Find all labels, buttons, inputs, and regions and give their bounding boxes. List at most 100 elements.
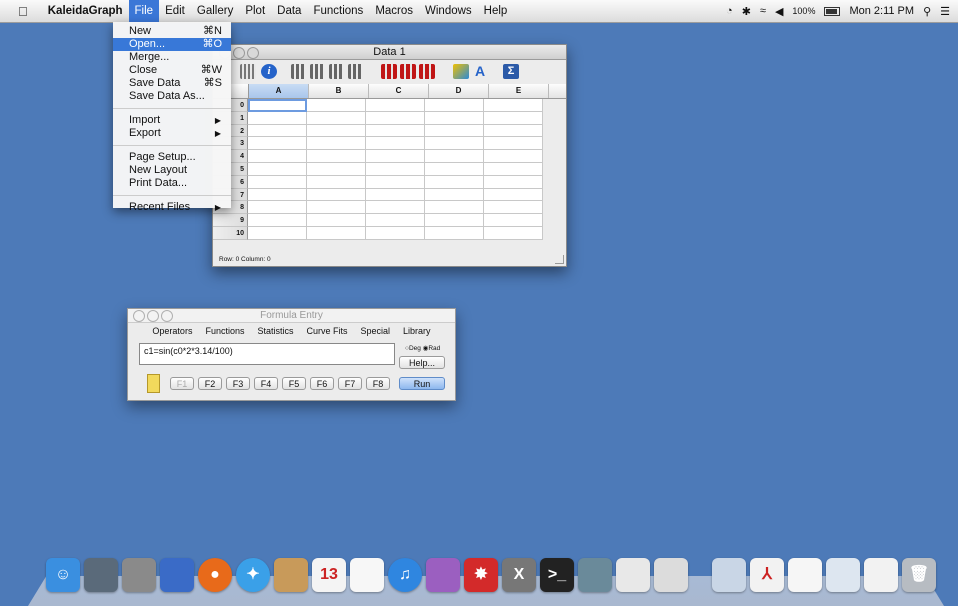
table-cell[interactable] (248, 111, 307, 125)
column-header-e[interactable]: E (489, 84, 549, 98)
data-window-titlebar[interactable]: Data 1 (213, 45, 566, 60)
table-cell[interactable] (366, 162, 425, 176)
column-header-c[interactable]: C (369, 84, 429, 98)
table-cell[interactable] (366, 137, 425, 151)
column-format-icon[interactable] (240, 64, 256, 79)
menu-item-import[interactable]: Import ▶ (113, 114, 231, 127)
formula-input[interactable]: c1=sin(c0*2*3.14/100) (139, 343, 395, 365)
transpose-icon[interactable] (348, 64, 364, 79)
menu-operators[interactable]: Operators (152, 326, 192, 339)
f6-button[interactable]: F6 (310, 377, 334, 390)
table-cell[interactable] (484, 137, 543, 151)
menu-edit[interactable]: Edit (159, 0, 191, 22)
minimize-window-icon[interactable] (147, 310, 159, 322)
itunes-icon[interactable]: ♫ (388, 558, 422, 592)
bluetooth-icon[interactable]: ✱ (742, 5, 751, 18)
menu-item-merge[interactable]: Merge... (113, 51, 231, 64)
safari-icon[interactable]: ✦ (236, 558, 270, 592)
series-icon[interactable] (453, 64, 469, 79)
spotlight-icon[interactable]: ⚲ (923, 5, 931, 18)
table-cell[interactable] (248, 201, 307, 215)
column-header-d[interactable]: D (429, 84, 489, 98)
minimize-window-icon[interactable] (233, 47, 245, 59)
utilities-icon[interactable] (84, 558, 118, 592)
table-cell[interactable] (484, 226, 543, 240)
notification-center-icon[interactable]: ☰ (940, 5, 950, 18)
table-cell[interactable] (484, 188, 543, 202)
terminal-icon[interactable]: >_ (540, 558, 574, 592)
table-cell[interactable] (484, 214, 543, 227)
f1-button[interactable]: F1 (170, 377, 194, 390)
table-cell[interactable] (425, 111, 484, 125)
resize-grip[interactable] (555, 255, 564, 264)
table-cell[interactable] (307, 162, 366, 176)
firefox-icon[interactable]: ● (198, 558, 232, 592)
table-cell[interactable] (307, 175, 366, 189)
finder-icon[interactable]: ☺ (46, 558, 80, 592)
table-cell[interactable] (248, 124, 307, 138)
close-window-icon[interactable] (133, 310, 145, 322)
downloads-icon[interactable] (712, 558, 746, 592)
menu-item-export[interactable]: Export ▶ (113, 127, 231, 140)
table-cell[interactable] (248, 99, 307, 112)
menu-functions[interactable]: Functions (307, 0, 369, 22)
table-cell[interactable] (484, 124, 543, 138)
insert-column-icon[interactable] (291, 64, 307, 79)
menu-statistics[interactable]: Statistics (257, 326, 293, 339)
x11-icon[interactable]: X (502, 558, 536, 592)
menu-windows[interactable]: Windows (419, 0, 478, 22)
app-menu[interactable]: KaleidaGraph (42, 0, 129, 22)
table-cell[interactable] (248, 137, 307, 151)
menu-plot[interactable]: Plot (239, 0, 271, 22)
table-cell[interactable] (307, 99, 366, 112)
help-button[interactable]: Help... (399, 356, 445, 369)
menu-item-save-data[interactable]: Save Data ⌘S (113, 77, 231, 90)
table-cell[interactable] (484, 99, 543, 112)
table-cell[interactable] (248, 214, 307, 227)
table-cell[interactable] (425, 150, 484, 163)
menu-item-close[interactable]: Close ⌘W (113, 64, 231, 77)
adobe-reader-icon[interactable]: ⅄ (750, 558, 784, 592)
f5-button[interactable]: F5 (282, 377, 306, 390)
info-icon[interactable]: i (261, 64, 277, 79)
vertical-scrollbar[interactable] (555, 85, 564, 213)
wifi-icon[interactable]: ≈ (760, 5, 766, 17)
formula-icon[interactable]: Σ (503, 64, 519, 79)
colorsync-icon[interactable] (426, 558, 460, 592)
notepad-icon[interactable] (147, 374, 160, 393)
menu-data[interactable]: Data (271, 0, 307, 22)
text-file-icon[interactable] (864, 558, 898, 592)
row-number[interactable]: 10 (213, 226, 248, 240)
menu-item-print-data[interactable]: Print Data... (113, 177, 231, 190)
menu-item-save-data-as[interactable]: Save Data As... (113, 90, 231, 103)
menu-item-recent-files[interactable]: Recent Files ▶ (113, 201, 231, 214)
menu-functions[interactable]: Functions (205, 326, 244, 339)
time-machine-icon[interactable]: ◔ (726, 5, 733, 17)
menu-special[interactable]: Special (361, 326, 391, 339)
formula-window-titlebar[interactable]: Formula Entry (128, 309, 455, 323)
unmask-icon[interactable] (419, 64, 435, 79)
table-cell[interactable] (366, 124, 425, 138)
column-header-a[interactable]: A (249, 84, 309, 98)
table-cell[interactable] (307, 111, 366, 125)
table-cell[interactable] (425, 175, 484, 189)
contacts-icon[interactable] (274, 558, 308, 592)
preview-icon[interactable] (826, 558, 860, 592)
table-cell[interactable] (425, 137, 484, 151)
table-cell[interactable] (248, 150, 307, 163)
table-cell[interactable] (484, 162, 543, 176)
menu-item-open[interactable]: Open... ⌘O (113, 38, 231, 51)
table-cell[interactable] (484, 111, 543, 125)
zoom-window-icon[interactable] (161, 310, 173, 322)
f2-button[interactable]: F2 (198, 377, 222, 390)
clock[interactable]: Mon 2:11 PM (849, 5, 914, 17)
table-cell[interactable] (307, 137, 366, 151)
table-cell[interactable] (307, 201, 366, 215)
table-cell[interactable] (366, 214, 425, 227)
run-button[interactable]: Run (399, 377, 445, 390)
table-cell[interactable] (248, 162, 307, 176)
statistics-icon[interactable] (381, 64, 397, 79)
table-cell[interactable] (425, 99, 484, 112)
f3-button[interactable]: F3 (226, 377, 250, 390)
calendar-icon[interactable]: 13 (312, 558, 346, 592)
